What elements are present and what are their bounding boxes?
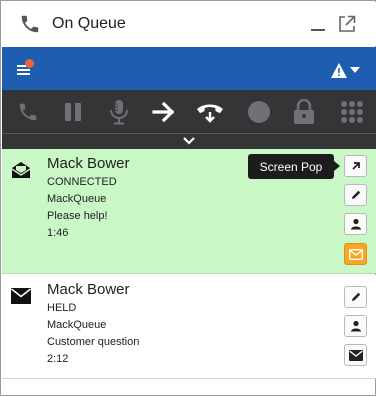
- microphone-icon: [110, 100, 128, 125]
- person-icon: [350, 320, 361, 332]
- envelope-icon: [348, 248, 363, 260]
- pause-icon: [65, 103, 81, 121]
- record-button[interactable]: [243, 96, 275, 128]
- email-button[interactable]: [344, 344, 367, 366]
- interaction-state: CONNECTED: [47, 176, 117, 188]
- contact-button[interactable]: [344, 315, 367, 337]
- title-bar: On Queue: [2, 2, 376, 46]
- interaction-duration: 2:12: [47, 353, 69, 365]
- person-icon: [350, 218, 361, 230]
- disconnect-button[interactable]: [194, 96, 226, 128]
- minimize-button[interactable]: [311, 29, 325, 31]
- arrow-up-right-icon: [351, 162, 360, 170]
- queue-name: MackQueue: [47, 319, 107, 331]
- edit-button[interactable]: [344, 286, 367, 308]
- app-header: [2, 47, 376, 90]
- dialpad-button[interactable]: [336, 96, 368, 128]
- contact-button[interactable]: [344, 213, 367, 235]
- queue-name: MackQueue: [47, 193, 107, 205]
- tooltip-arrow: [334, 161, 340, 171]
- screen-pop-button[interactable]: [344, 155, 367, 177]
- app-window: On Queue Mack Bower CONNECTED MackQueue …: [0, 0, 376, 396]
- email-button[interactable]: [344, 243, 367, 265]
- edit-button[interactable]: [344, 184, 367, 206]
- contact-name: Mack Bower: [47, 155, 130, 172]
- chevron-down-icon[interactable]: [182, 135, 196, 147]
- menu-icon-line: [17, 69, 30, 71]
- pencil-icon: [351, 292, 360, 301]
- arrow-right-icon: [152, 101, 175, 123]
- mute-button[interactable]: [103, 96, 135, 128]
- record-icon: [248, 101, 270, 123]
- envelope-icon: [11, 288, 31, 304]
- popout-icon[interactable]: [338, 15, 356, 33]
- notification-badge: [25, 59, 34, 68]
- screen-pop-tooltip: Screen Pop: [248, 154, 334, 179]
- dialpad-icon: [341, 101, 363, 123]
- alert-dropdown-button[interactable]: [330, 61, 364, 81]
- interaction-card-held[interactable]: Mack Bower HELD MackQueue Customer quest…: [2, 275, 376, 379]
- transfer-button[interactable]: [148, 96, 180, 128]
- contact-name: Mack Bower: [47, 281, 130, 298]
- secure-pause-button[interactable]: [288, 96, 320, 128]
- interaction-subject: Please help!: [47, 210, 108, 222]
- window-title: On Queue: [52, 15, 126, 32]
- call-controls-toolbar: [2, 90, 376, 133]
- interaction-subject: Customer question: [47, 336, 140, 348]
- interaction-duration: 1:46: [47, 227, 69, 239]
- phone-icon: [21, 15, 39, 33]
- interaction-state: HELD: [47, 302, 77, 314]
- lock-icon: [294, 99, 314, 124]
- hold-button[interactable]: [57, 96, 89, 128]
- phone-icon: [19, 103, 37, 121]
- call-button[interactable]: [12, 96, 44, 128]
- pencil-icon: [351, 190, 360, 199]
- menu-icon-line: [17, 73, 30, 75]
- envelope-icon: [348, 349, 363, 361]
- toolbar-expander: [2, 133, 376, 149]
- envelope-open-icon: [11, 162, 31, 178]
- menu-button[interactable]: [14, 59, 34, 79]
- hangup-icon: [197, 104, 223, 123]
